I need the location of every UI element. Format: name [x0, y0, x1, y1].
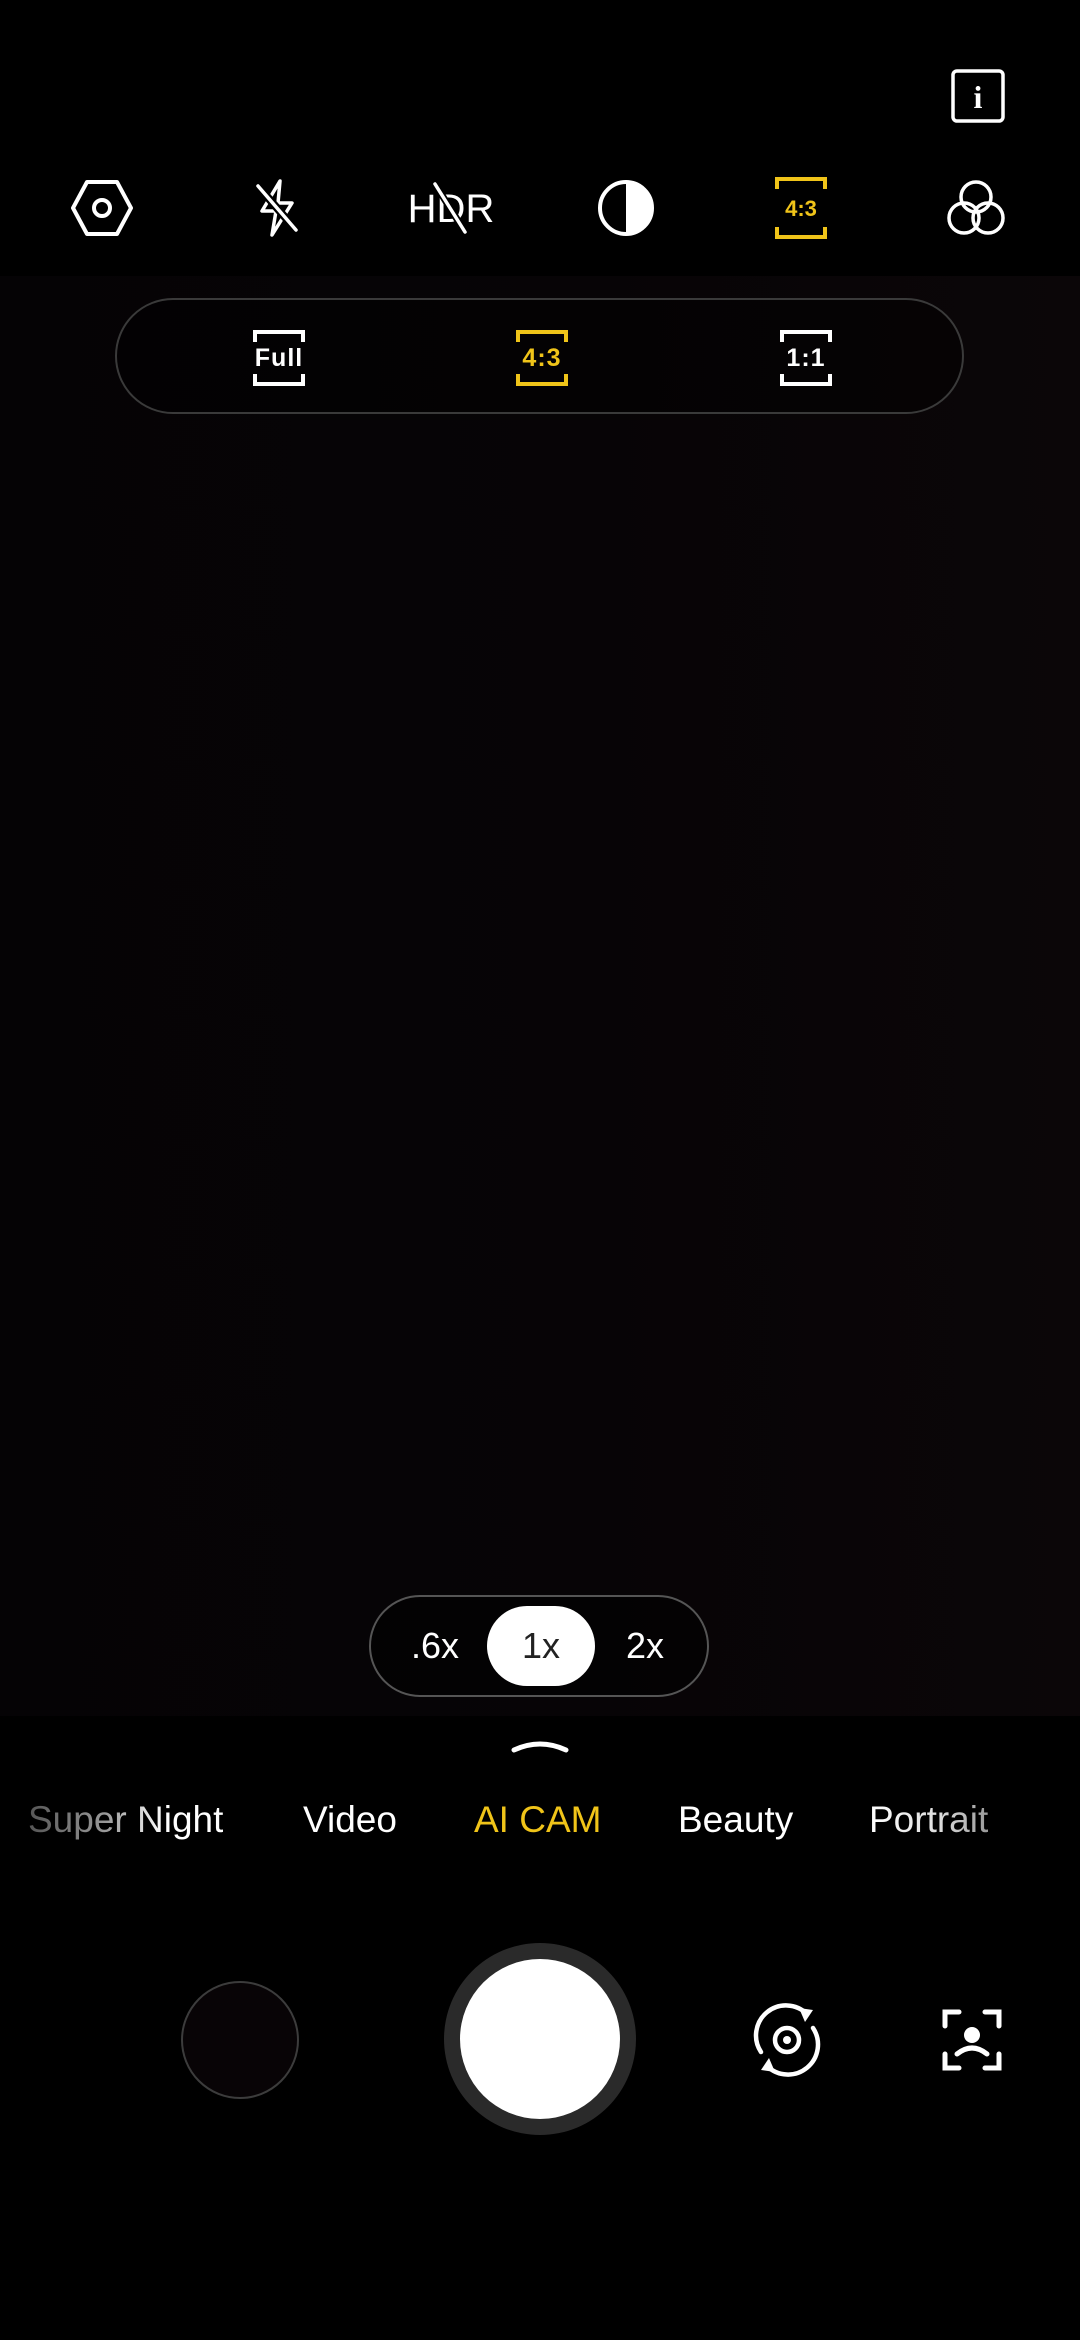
svg-text:4:3: 4:3	[785, 196, 817, 221]
lens-scan-button[interactable]	[936, 1998, 1008, 2082]
mode-portrait[interactable]: Portrait	[869, 1790, 988, 1850]
zoom-option-1x[interactable]: 1x	[487, 1606, 595, 1686]
zoom-selector: .6x 1x 2x	[369, 1595, 709, 1697]
shutter-button[interactable]	[444, 1943, 636, 2135]
settings-button[interactable]	[47, 150, 157, 265]
flash-off-icon	[254, 178, 300, 237]
ratio-label-1-1: 1:1	[786, 343, 826, 372]
mode-video[interactable]: Video	[303, 1790, 397, 1850]
shutter-inner	[460, 1959, 620, 2119]
mode-beauty[interactable]: Beauty	[678, 1790, 793, 1850]
ratio-label-full: Full	[254, 343, 304, 372]
info-button[interactable]: i	[951, 69, 1005, 123]
camera-flip-button[interactable]	[745, 1998, 829, 2082]
camera-flip-icon	[753, 2003, 821, 2077]
hdr-off-icon: HDR	[409, 181, 493, 234]
zoom-option-0-6x[interactable]: .6x	[381, 1606, 489, 1686]
ratio-option-4-3[interactable]: 4:3	[513, 328, 571, 388]
settings-hexagon-icon	[71, 179, 133, 236]
camera-screen: i HDR	[0, 0, 1080, 2340]
aspect-ratio-icon: 4:3	[775, 176, 827, 239]
flash-button[interactable]	[222, 150, 332, 265]
svg-text:i: i	[974, 79, 983, 115]
filter-contrast-button[interactable]	[571, 150, 681, 265]
ratio-option-1-1[interactable]: 1:1	[777, 328, 835, 388]
ratio-label-4-3: 4:3	[522, 343, 562, 372]
top-toolbar: HDR 4:3	[0, 150, 1080, 265]
zoom-option-2x[interactable]: 2x	[591, 1606, 699, 1686]
ratio-option-full[interactable]: Full	[250, 328, 308, 388]
mode-ai-cam[interactable]: AI CAM	[474, 1790, 601, 1850]
color-filters-icon	[947, 179, 1005, 235]
color-filters-button[interactable]	[921, 150, 1031, 265]
lens-scan-icon	[942, 2009, 1002, 2071]
info-icon: i	[951, 69, 1005, 123]
viewfinder[interactable]	[0, 276, 1080, 1716]
aspect-ratio-button[interactable]: 4:3	[746, 150, 856, 265]
contrast-filter-icon	[598, 179, 654, 236]
mode-selector: Super Night Video AI CAM Beauty Portrait	[0, 1790, 1080, 1850]
hdr-button[interactable]: HDR	[396, 150, 506, 265]
aspect-ratio-panel: Full 4:3 1:1	[115, 298, 964, 414]
mode-super-night[interactable]: Super Night	[28, 1790, 223, 1850]
expand-handle-icon[interactable]	[510, 1738, 570, 1754]
gallery-thumbnail[interactable]	[181, 1981, 299, 2099]
